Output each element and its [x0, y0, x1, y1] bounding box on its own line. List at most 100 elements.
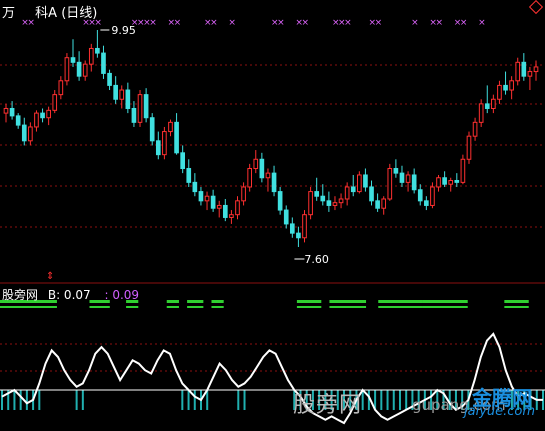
min-price-label: 7.60 — [304, 253, 329, 266]
candle-body — [137, 94, 143, 123]
candle-body — [326, 200, 332, 206]
candle-body — [64, 57, 70, 82]
candle-body — [357, 174, 362, 193]
candle-body — [229, 214, 234, 218]
candle-body — [314, 191, 320, 197]
indicator-second-value: : 0.09 — [104, 288, 140, 302]
candle-body — [95, 47, 100, 54]
candle-body — [381, 198, 387, 209]
candle-body — [363, 174, 368, 188]
candle-body — [533, 66, 539, 73]
watermark-text: 股旁网 — [293, 393, 363, 418]
cross-marker: × — [411, 18, 419, 28]
candle-body — [241, 186, 246, 202]
signal-bar-top — [187, 300, 204, 303]
candle-body — [3, 107, 9, 114]
candle-body — [216, 204, 222, 209]
signal-bar-bottom — [422, 306, 468, 308]
candle-body — [271, 172, 277, 193]
signal-bar-bottom — [126, 306, 139, 308]
candle-body — [430, 186, 435, 206]
period-label: (日线) — [61, 6, 98, 21]
indicator-header: 股旁网 B: 0.07 : 0.09 — [2, 286, 139, 303]
candle-body — [265, 172, 271, 179]
candle-body — [70, 57, 76, 63]
signal-bar-bottom — [504, 306, 529, 308]
signal-bar-top — [166, 300, 179, 303]
candle-body — [405, 174, 411, 183]
candle-body — [442, 177, 447, 185]
candle-body — [454, 180, 460, 183]
chart-header: 万 科A (日线) — [2, 2, 97, 21]
candle-body — [466, 135, 472, 160]
candle-body — [417, 189, 423, 202]
candle-body — [162, 131, 167, 156]
cross-marker: × — [277, 18, 285, 28]
signal-bar-bottom — [296, 306, 322, 308]
candle-body — [387, 168, 393, 200]
indicator-name: 股旁网 — [2, 288, 39, 302]
candle-body — [302, 214, 307, 239]
cross-marker: × — [210, 18, 218, 28]
candle-body — [46, 109, 51, 119]
candle-body — [277, 191, 283, 211]
cross-marker: × — [478, 18, 486, 28]
candle-body — [210, 195, 216, 209]
candle-body — [283, 209, 289, 225]
candle-body — [521, 61, 527, 77]
candle-body — [515, 61, 521, 82]
candle-body — [58, 80, 64, 96]
candle-body — [247, 168, 253, 188]
candle-body — [332, 202, 338, 206]
candle-body — [107, 72, 112, 86]
candle-body — [411, 174, 417, 191]
candle-body — [149, 117, 155, 142]
candle-body — [235, 200, 240, 216]
candle-body — [125, 89, 131, 109]
cross-marker: × — [375, 18, 383, 28]
candle-body — [155, 140, 161, 156]
cross-marker: × — [228, 18, 236, 28]
signal-bar-bottom — [378, 306, 423, 308]
candle-body — [350, 186, 356, 193]
candle-body — [180, 152, 185, 170]
signal-bar-top — [422, 300, 468, 303]
candle-body — [259, 158, 265, 179]
candle-body — [168, 121, 173, 133]
signal-arrow-icon: ⇕ — [46, 271, 54, 282]
candle-body — [222, 204, 228, 218]
candle-body — [436, 177, 441, 188]
cross-marker: × — [174, 18, 182, 28]
signal-bar-top — [378, 300, 423, 303]
candle-body — [253, 158, 259, 170]
candle-body — [399, 172, 405, 183]
candle-body — [509, 80, 514, 91]
cross-marker: × — [436, 18, 444, 28]
candle-body — [28, 126, 33, 142]
cross-marker: × — [460, 18, 468, 28]
cross-marker: × — [302, 18, 310, 28]
candle-body — [478, 103, 484, 123]
signal-bar-top — [329, 300, 367, 303]
candle-body — [448, 180, 454, 185]
stock-label: 科A — [35, 6, 58, 21]
site-logo: 金腾网 jaiyue.com — [462, 382, 542, 426]
signal-bar-bottom — [329, 306, 367, 308]
signal-bar-bottom — [187, 306, 204, 308]
candle-body — [289, 223, 295, 234]
candle-body — [52, 94, 58, 111]
candle-body — [369, 186, 374, 202]
code-label: 万 — [2, 6, 16, 21]
candle-body — [503, 84, 508, 91]
candle-body — [472, 121, 478, 137]
cross-marker: × — [344, 18, 352, 28]
candle-body — [101, 52, 106, 74]
candle-body — [198, 191, 204, 202]
candle-body — [484, 103, 490, 109]
candle-body — [174, 121, 179, 154]
candle-body — [204, 195, 210, 202]
candle-body — [296, 232, 301, 239]
candle-body — [82, 63, 88, 77]
candle-body — [131, 107, 137, 123]
candle-body — [113, 84, 118, 100]
